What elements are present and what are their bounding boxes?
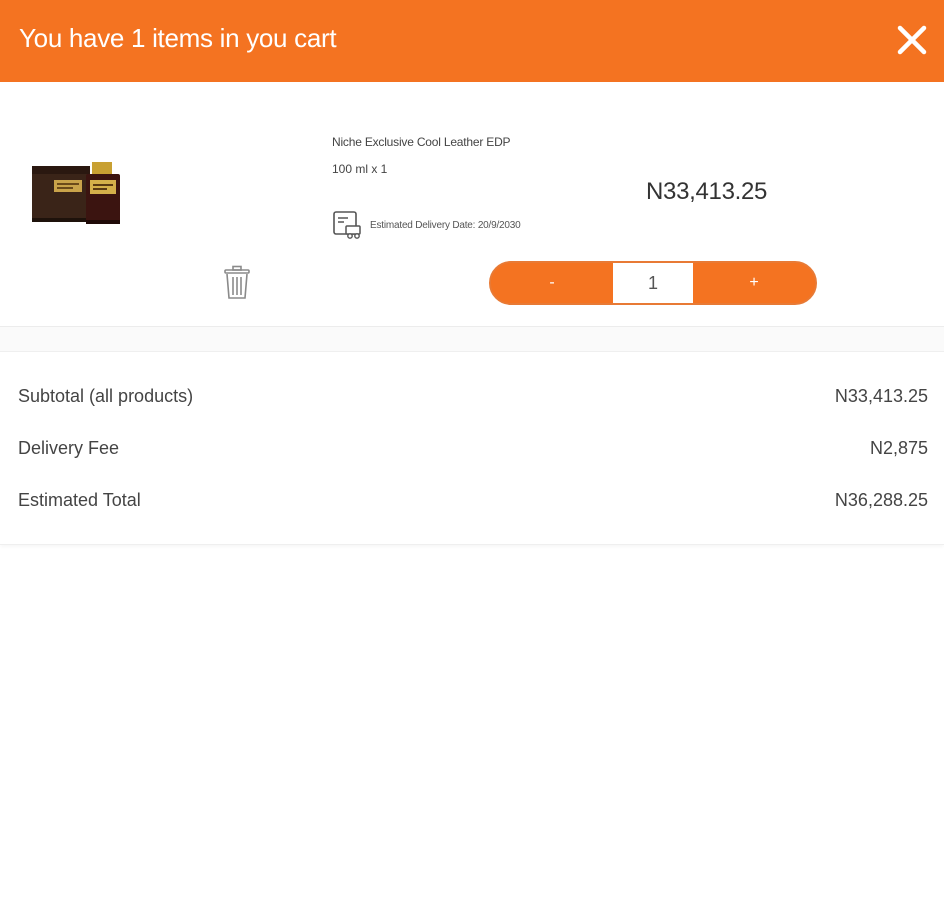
- delivery-date-text: Estimated Delivery Date: 20/9/2030: [370, 219, 521, 231]
- delivery-fee-value: N2,875: [869, 437, 928, 458]
- product-name[interactable]: Niche Exclusive Cool Leather EDP: [332, 135, 511, 149]
- remove-item-button[interactable]: [222, 265, 252, 301]
- item-price: N33,413.25: [646, 178, 768, 205]
- close-button[interactable]: [894, 22, 930, 58]
- delivery-estimate: Estimated Delivery Date: 20/9/2030: [332, 210, 521, 240]
- delivery-fee-label: Delivery Fee: [18, 437, 120, 458]
- increase-quantity-button[interactable]: +: [693, 263, 815, 303]
- decrease-quantity-button[interactable]: -: [491, 263, 613, 303]
- subtotal-value: N33,413.25: [834, 385, 928, 406]
- product-image[interactable]: [28, 160, 128, 230]
- summary-row-subtotal: Subtotal (all products) N33,413.25: [18, 383, 928, 409]
- close-icon[interactable]: [894, 22, 930, 58]
- summary-row-delivery-fee: Delivery Fee N2,875: [18, 435, 928, 461]
- delivery-calendar-icon: [333, 211, 361, 239]
- estimated-total-label: Estimated Total: [18, 489, 141, 510]
- summary-row-estimated-total: Estimated Total N36,288.25: [18, 487, 928, 513]
- order-summary: Subtotal (all products) N33,413.25 Deliv…: [0, 352, 944, 545]
- cart-header: You have 1 items in you cart: [0, 0, 944, 82]
- quantity-value[interactable]: 1: [613, 263, 693, 303]
- estimated-total-value: N36,288.25: [834, 489, 928, 510]
- product-variant: 100 ml x 1: [332, 162, 388, 176]
- cart-title: You have 1 items in you cart: [19, 23, 337, 53]
- trash-icon[interactable]: [222, 265, 252, 301]
- cart-item: Niche Exclusive Cool Leather EDP 100 ml …: [0, 82, 944, 327]
- subtotal-label: Subtotal (all products): [18, 385, 194, 406]
- quantity-stepper: - 1 +: [489, 261, 817, 305]
- section-divider: [0, 327, 944, 352]
